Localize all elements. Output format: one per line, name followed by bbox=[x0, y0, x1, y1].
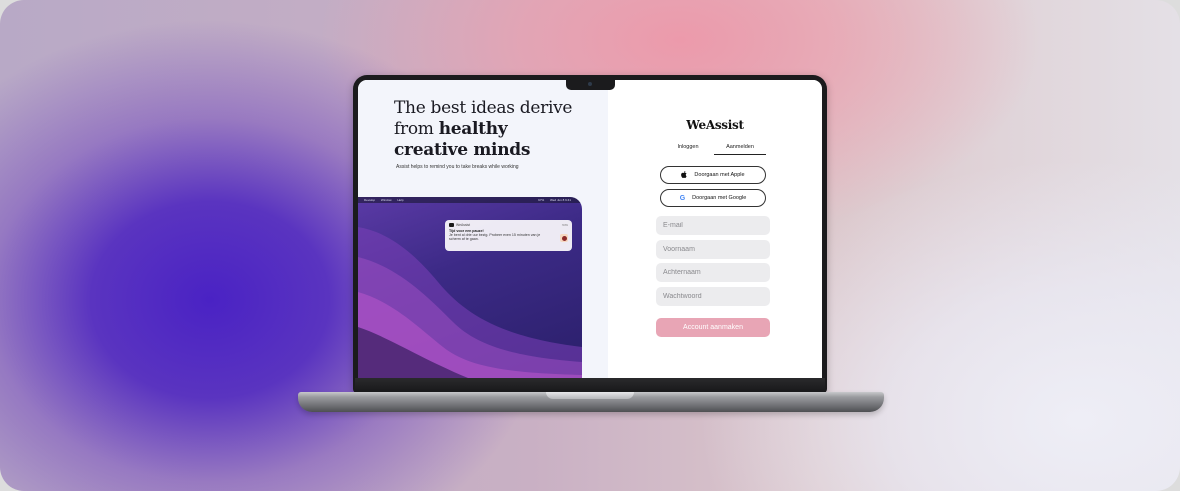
headline-line-2-plain: from bbox=[394, 119, 439, 139]
headline-line-2: from healthy bbox=[394, 119, 604, 140]
email-field[interactable] bbox=[656, 216, 770, 235]
headline-line-2-bold: healthy bbox=[438, 119, 508, 139]
hero-subline: Assist helps to remind you to take break… bbox=[396, 164, 519, 170]
hero-headline: The best ideas derive from healthy creat… bbox=[394, 98, 604, 161]
create-account-button[interactable]: Account aanmaken bbox=[656, 318, 770, 337]
tab-inloggen[interactable]: Inloggen bbox=[662, 143, 714, 155]
laptop-bottom-bezel bbox=[355, 378, 825, 390]
hero-panel: The best ideas derive from healthy creat… bbox=[358, 80, 608, 378]
headline-line-3: creative minds bbox=[394, 140, 604, 161]
mac-desktop-preview: Develop Window Help 97% Wed Jun 8 9:41 W… bbox=[358, 197, 582, 378]
headline-line-3-bold: creative minds bbox=[394, 140, 531, 160]
notification-body: Je bent al drie uur bezig. Probeer even … bbox=[449, 233, 541, 242]
laptop-screen: The best ideas derive from healthy creat… bbox=[358, 80, 822, 378]
apple-signin-button[interactable]: Doorgaan met Apple bbox=[660, 166, 766, 184]
brand-logo: WeAssist bbox=[686, 118, 744, 132]
notification-thumbnail-icon bbox=[560, 234, 568, 242]
notification-time: now bbox=[561, 223, 568, 227]
mac-menubar: Develop Window Help 97% Wed Jun 8 9:41 bbox=[358, 197, 582, 203]
menubar-item[interactable]: Window bbox=[381, 198, 392, 202]
password-field[interactable] bbox=[656, 287, 770, 306]
tab-aanmelden[interactable]: Aanmelden bbox=[714, 143, 766, 155]
menubar-right: 97% Wed Jun 8 9:41 bbox=[538, 198, 576, 202]
last-name-field[interactable] bbox=[656, 263, 770, 282]
google-signin-button[interactable]: G Doorgaan met Google bbox=[660, 189, 766, 207]
notification-app-name: WeAssist bbox=[456, 223, 471, 227]
laptop-opening-notch bbox=[546, 392, 634, 399]
google-button-label: Doorgaan met Google bbox=[692, 195, 747, 201]
first-name-field[interactable] bbox=[656, 240, 770, 259]
signup-panel: WeAssist Inloggen Aanmelden Doorgaan met… bbox=[608, 80, 822, 378]
notification-header: WeAssist now bbox=[449, 223, 568, 227]
menubar-item[interactable]: Help bbox=[397, 198, 403, 202]
google-icon: G bbox=[679, 194, 686, 202]
auth-tabs: Inloggen Aanmelden bbox=[662, 143, 766, 155]
menubar-clock: Wed Jun 8 9:41 bbox=[550, 198, 571, 202]
battery-status: 97% bbox=[538, 198, 545, 202]
background-canvas: The best ideas derive from healthy creat… bbox=[0, 0, 1180, 491]
headline-line-1: The best ideas derive bbox=[394, 98, 573, 118]
apple-button-label: Doorgaan met Apple bbox=[694, 172, 745, 178]
menubar-item[interactable]: Develop bbox=[364, 198, 375, 202]
menubar-left: Develop Window Help bbox=[364, 198, 409, 202]
apple-icon bbox=[681, 170, 687, 180]
camera-notch bbox=[566, 80, 615, 90]
app-icon bbox=[449, 223, 454, 227]
break-notification[interactable]: WeAssist now Tijd voor een pauze! Je ben… bbox=[445, 220, 572, 251]
camera-icon bbox=[588, 82, 592, 86]
